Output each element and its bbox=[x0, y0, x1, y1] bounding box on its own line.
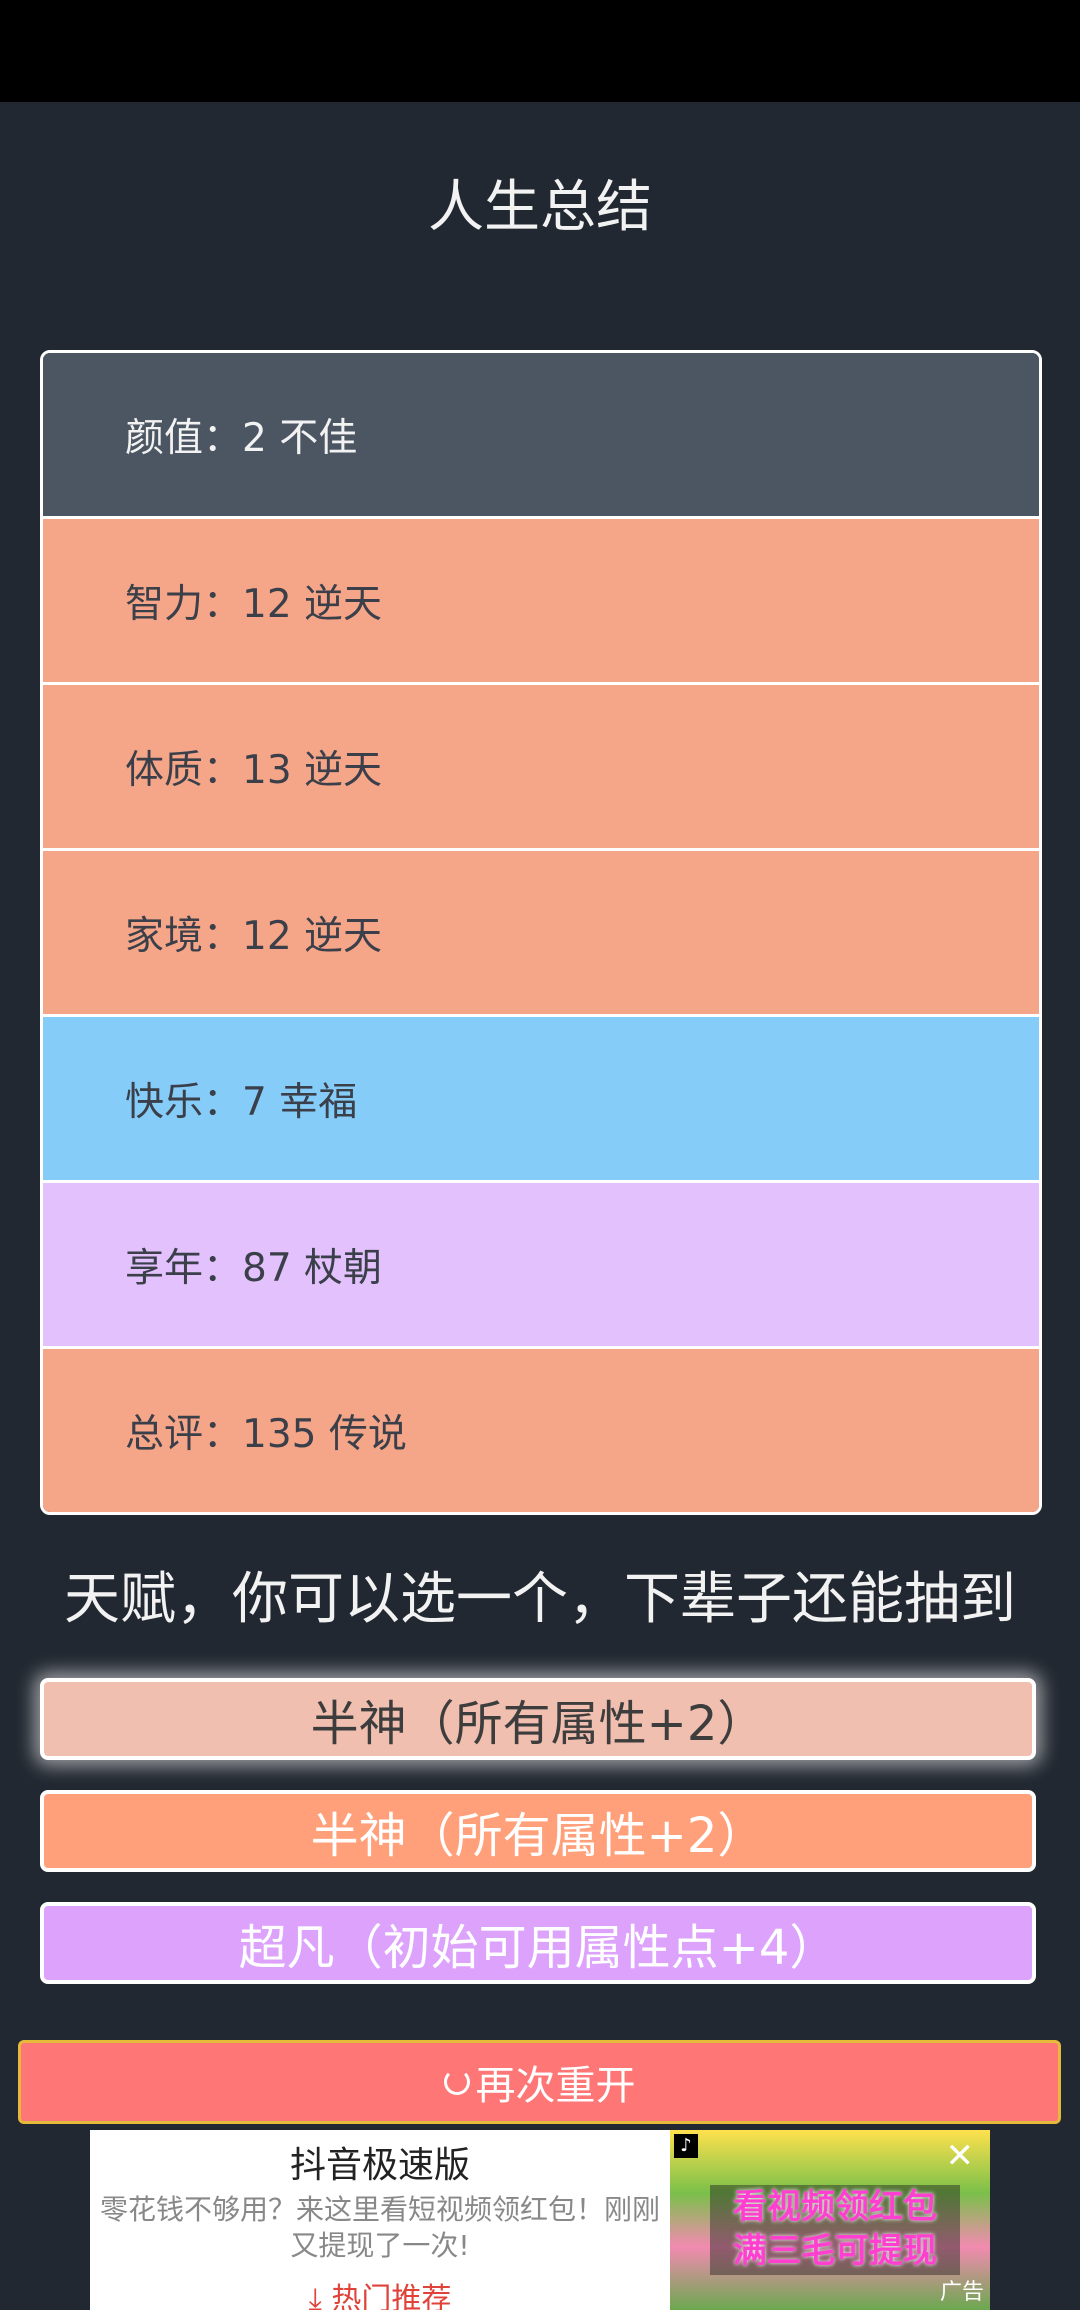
tiktok-logo-icon: ♪ bbox=[674, 2134, 698, 2158]
ad-image[interactable]: ♪ 看视频领红包 满三毛可提现 ✕ 广告 bbox=[670, 2130, 990, 2310]
summary-row-lifespan: 享年：87 杖朝 bbox=[43, 1183, 1039, 1349]
ad-label: 广告 bbox=[939, 2280, 984, 2305]
ad-text-area[interactable]: 抖音极速版 零花钱不够用？来这里看短视频领红包！刚刚又提现了一次! ⤓ 热门推荐 bbox=[90, 2130, 670, 2310]
ad-title: 抖音极速版 bbox=[289, 2145, 470, 2186]
page-title: 人生总结 bbox=[428, 175, 652, 240]
close-icon[interactable]: ✕ bbox=[946, 2136, 975, 2176]
summary-row-family: 家境：12 逆天 bbox=[43, 851, 1039, 1017]
ad-description: 零花钱不够用？来这里看短视频领红包！刚刚又提现了一次! bbox=[99, 2193, 660, 2262]
summary-row-intelligence: 智力：12 逆天 bbox=[43, 519, 1039, 685]
summary-row-happiness: 快乐：7 幸福 bbox=[43, 1017, 1039, 1183]
talent-option-3[interactable]: 超凡（初始可用属性点+4） bbox=[40, 1902, 1036, 1984]
summary-row-constitution: 体质：13 逆天 bbox=[43, 685, 1039, 851]
refresh-icon bbox=[443, 2069, 470, 2095]
talent-option-2[interactable]: 半神（所有属性+2） bbox=[40, 1790, 1036, 1872]
talent-option-1[interactable]: 半神（所有属性+2） bbox=[40, 1678, 1036, 1760]
ad-cta-link[interactable]: ⤓ 热门推荐 bbox=[90, 2274, 670, 2310]
summary-row-appearance: 颜值：2 不佳 bbox=[43, 353, 1039, 519]
download-arrow-icon: ⤓ bbox=[308, 2282, 322, 2310]
status-bar bbox=[0, 0, 1080, 102]
talent-heading: 天赋，你可以选一个，下辈子还能抽到 bbox=[64, 1567, 1016, 1632]
ad-cta-label: 热门推荐 bbox=[331, 2282, 452, 2310]
restart-label: 再次重开 bbox=[475, 2063, 636, 2109]
summary-row-overall: 总评：135 传说 bbox=[43, 1349, 1039, 1512]
life-summary-panel: 颜值：2 不佳 智力：12 逆天 体质：13 逆天 家境：12 逆天 快乐：7 … bbox=[40, 350, 1042, 1515]
ad-image-banner: 看视频领红包 满三毛可提现 bbox=[710, 2185, 960, 2275]
ad-banner[interactable]: 抖音极速版 零花钱不够用？来这里看短视频领红包！刚刚又提现了一次! ⤓ 热门推荐… bbox=[90, 2130, 990, 2310]
restart-button[interactable]: 再次重开 bbox=[18, 2040, 1061, 2124]
